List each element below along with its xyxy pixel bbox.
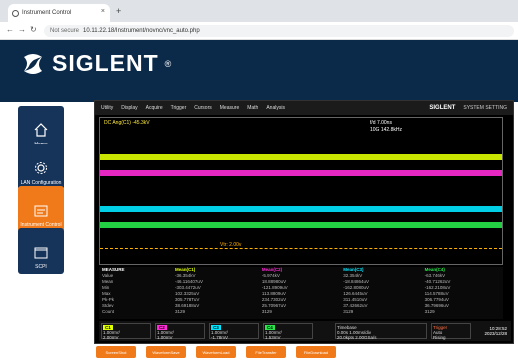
sidebar-item-label: SCPI: [35, 264, 47, 270]
channel-c4-box[interactable]: C4 1.00mV/1.53mV: [263, 323, 313, 340]
address-bar-row: ← → ↻ Not secure 10.11.22.18/Instrument/…: [0, 22, 518, 40]
file-download-button[interactable]: FileDownload: [296, 346, 336, 358]
menu-math[interactable]: Math: [247, 105, 258, 111]
registered-mark: ®: [164, 58, 172, 69]
home-icon: [34, 123, 48, 137]
site-header: SIGLENT ®: [0, 40, 518, 102]
measure-panel: MEASURE Mean(C1) Mean(C2) Mean(C3) Mean(…: [99, 267, 503, 319]
action-button-row: ScreenShot WaveformSave WaveformLoad Fil…: [96, 346, 336, 358]
waveform-load-button[interactable]: WaveformLoad: [196, 346, 236, 358]
measure-cell: Count: [102, 309, 115, 314]
trace-c2: [100, 170, 502, 176]
measure-cell: 3129: [175, 309, 186, 314]
timebase-line2: 20.0kpts 2.00GSa/s: [337, 335, 377, 340]
brand-name: SIGLENT: [52, 50, 159, 76]
url-text: 10.11.22.18/Instrument/novnc/vnc_auto.ph…: [83, 28, 200, 34]
reload-icon[interactable]: ↻: [30, 25, 37, 34]
measure-cell: 3129: [343, 309, 354, 314]
tab-close-icon[interactable]: ×: [101, 8, 105, 15]
channel-offset: 1.53mV: [265, 335, 281, 340]
menu-analysis[interactable]: Analysis: [266, 105, 285, 111]
siglent-logo: SIGLENT ®: [20, 50, 171, 77]
not-secure-badge[interactable]: Not secure: [50, 28, 79, 34]
system-setting-button[interactable]: SYSTEM SETTING: [463, 105, 507, 111]
tab-title: Instrument Control: [22, 10, 72, 16]
channel-c1-box[interactable]: C1 1.00mV/2.00mV: [101, 323, 151, 340]
menu-trigger[interactable]: Trigger: [171, 105, 187, 111]
forward-icon[interactable]: →: [18, 25, 26, 34]
menu-display[interactable]: Display: [121, 105, 137, 111]
menu-utility[interactable]: Utility: [101, 105, 113, 111]
sidebar-item-scpi[interactable]: SCPI: [18, 228, 64, 274]
terminal-icon: [34, 247, 48, 259]
channel-c3-box[interactable]: C3 1.00mV/-1.78mV: [209, 323, 259, 340]
trigger-level-info: Vtr: 2.00v: [220, 242, 242, 248]
oscilloscope-screen[interactable]: Utility Display Acquire Trigger Cursors …: [94, 100, 514, 344]
waveform-save-button[interactable]: WaveformSave: [146, 346, 186, 358]
menu-acquire[interactable]: Acquire: [146, 105, 163, 111]
browser-tab-bar: Instrument Control × +: [0, 0, 518, 22]
gear-icon: [35, 162, 47, 174]
channel-info: DC Ang(C1) -45.3kV: [104, 120, 150, 126]
scope-menu-bar: Utility Display Acquire Trigger Cursors …: [95, 101, 513, 115]
channel-offset: 1.00mV: [157, 335, 173, 340]
channel-c2-box[interactable]: C2 1.00mV/1.00mV: [155, 323, 205, 340]
siglent-mark-icon: [24, 53, 42, 74]
sidebar-item-instrument-control[interactable]: Instrument Control: [18, 186, 64, 232]
waveform-grid[interactable]: DC Ang(C1) -45.3kV f/d 7.00ns 10G 142.8k…: [99, 117, 503, 265]
timebase-box[interactable]: Timebase 0.00s 1.00ms/div 20.0kpts 2.00G…: [335, 323, 427, 340]
browser-tab[interactable]: Instrument Control ×: [8, 4, 110, 22]
channel-offset: 2.00mV: [103, 335, 119, 340]
measure-cell: 3129: [424, 309, 435, 314]
trace-c1: [100, 154, 502, 160]
channel-offset: -1.78mV: [211, 335, 229, 340]
clock-date: 2023/12/28: [484, 331, 507, 336]
url-field[interactable]: Not secure 10.11.22.18/Instrument/novnc/…: [44, 25, 514, 37]
trace-c4: [100, 222, 502, 228]
scope-brand: SIGLENT: [429, 105, 456, 111]
trace-c3: [100, 206, 502, 212]
timebase-info: f/d 7.00ns: [370, 120, 392, 126]
file-transfer-button[interactable]: FileTransfer: [246, 346, 286, 358]
measure-cell: 3129: [261, 309, 272, 314]
sidebar-item-lan[interactable]: LAN Configuration: [18, 144, 64, 190]
menu-cursors[interactable]: Cursors: [194, 105, 212, 111]
frequency-info: 10G 142.8kHz: [370, 127, 402, 133]
trigger-level-line: [100, 248, 502, 249]
measure-row: Count 3129 3129 3129 3129: [99, 309, 503, 315]
channel-status-bar: C1 1.00mV/2.00mV C2 1.00mV/1.00mV C3 1.00mV…: [99, 321, 511, 341]
tab-favicon-icon: [12, 9, 19, 17]
back-icon[interactable]: ←: [6, 25, 14, 34]
menu-measure[interactable]: Measure: [220, 105, 239, 111]
instrument-icon: [34, 205, 48, 217]
trigger-slope: Rising: [433, 335, 446, 340]
screenshot-button[interactable]: ScreenShot: [96, 346, 136, 358]
new-tab-button[interactable]: +: [116, 6, 121, 16]
clock: 10:28:52 2023/12/28: [475, 326, 511, 336]
trigger-box[interactable]: Trigger Auto Rising: [431, 323, 471, 340]
